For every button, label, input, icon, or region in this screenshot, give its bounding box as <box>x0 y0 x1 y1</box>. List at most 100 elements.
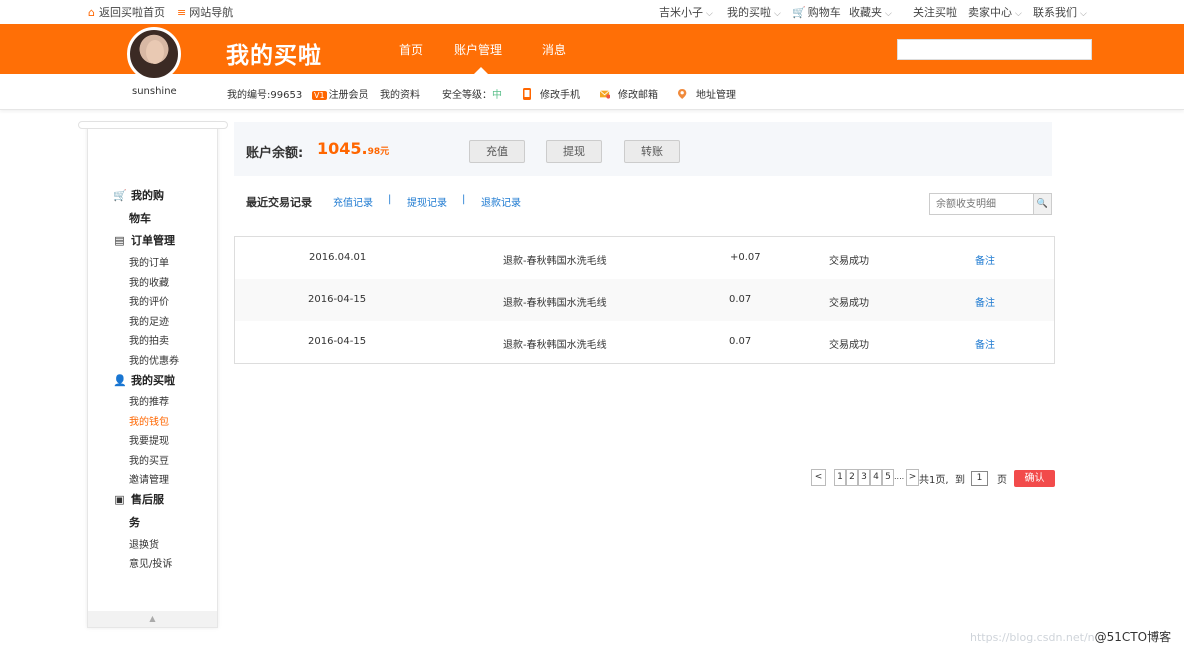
nav-home[interactable]: 首页 <box>399 41 423 58</box>
cart-link[interactable]: 🛒 购物车 <box>792 4 841 20</box>
nav-account-management[interactable]: 账户管理 <box>454 41 502 74</box>
page-total: 共1页, <box>919 475 949 486</box>
sidebar-item-wallet[interactable]: 我的钱包 <box>129 413 169 428</box>
sidebar-group-cart[interactable]: 🛒 我的购 <box>113 187 164 203</box>
goto-label: 到 <box>955 475 965 486</box>
username: sunshine <box>132 86 177 97</box>
sidebar: ▲ 🛒 我的购 物车 ▤ 订单管理 我的订单 我的收藏 我的评价 我的足迹 我的拍卖… <box>78 121 228 628</box>
sidebar-item-my-orders[interactable]: 我的订单 <box>129 254 169 269</box>
home-link[interactable]: ⌂ 返回买啦首页 <box>88 4 165 20</box>
avatar[interactable] <box>127 27 181 81</box>
user-menu[interactable]: 吉米小子 ⌵ <box>659 4 713 20</box>
nav-messages[interactable]: 消息 <box>542 41 566 58</box>
change-phone-link[interactable]: 修改手机 <box>522 86 580 101</box>
transactions-table: 2016.04.01 退款-春秋韩国水洗毛线 +0.07 交易成功 备注 201… <box>234 236 1055 364</box>
sidebar-item-coupons[interactable]: 我的优惠券 <box>129 352 179 367</box>
user-icon: 👤 <box>113 374 127 387</box>
sidebar-item-footprints[interactable]: 我的足迹 <box>129 313 169 328</box>
tab-refund-records[interactable]: 退款记录 <box>481 194 521 209</box>
row-note-link[interactable]: 备注 <box>975 252 995 267</box>
row-note-link[interactable]: 备注 <box>975 294 995 309</box>
location-pin-icon <box>678 89 687 99</box>
favorites-menu[interactable]: 收藏夹 ⌵ <box>849 4 892 20</box>
row-date: 2016-04-15 <box>308 336 367 347</box>
home-icon: ⌂ <box>88 6 95 19</box>
row-status: 交易成功 <box>829 340 869 351</box>
row-date: 2016-04-15 <box>308 294 367 305</box>
chevron-down-icon: ⌵ <box>1080 9 1087 19</box>
chevron-down-icon: ⌵ <box>706 9 713 19</box>
sidebar-item-complaints[interactable]: 意见/投诉 <box>129 555 172 570</box>
balance-amount: 1045.98元 <box>317 139 390 158</box>
vip-badge: V1 <box>312 91 327 100</box>
next-page-button[interactable]: > <box>906 469 919 486</box>
site-nav-link[interactable]: ≡ 网站导航 <box>177 4 233 20</box>
page-2-button[interactable]: 2 <box>846 469 858 486</box>
records-search: 🔍 <box>929 193 1052 215</box>
sidebar-item-returns[interactable]: 退换货 <box>129 536 159 551</box>
chevron-down-icon: ⌵ <box>1015 9 1022 19</box>
sidebar-group-orders[interactable]: ▤ 订单管理 <box>113 232 175 248</box>
contact-menu[interactable]: 联系我们 ⌵ <box>1033 4 1087 20</box>
sidebar-group-my-mall[interactable]: 👤 我的买啦 <box>113 372 175 388</box>
phone-icon <box>523 88 531 100</box>
sidebar-group-cart-line2: 物车 <box>129 212 151 225</box>
profile-link[interactable]: 我的资料 <box>380 86 420 101</box>
document-icon: ▤ <box>114 234 125 247</box>
register-member-link[interactable]: V1 注册会员 <box>312 86 369 101</box>
recent-transactions-title: 最近交易记录 <box>246 196 312 209</box>
seller-center-menu[interactable]: 卖家中心 ⌵ <box>968 4 1022 20</box>
row-description: 退款-春秋韩国水洗毛线 <box>503 256 607 267</box>
sidebar-item-recommendations[interactable]: 我的推荐 <box>129 393 169 408</box>
change-email-link[interactable]: 修改邮箱 <box>600 86 658 101</box>
brand-title[interactable]: 我的买啦 <box>226 36 322 70</box>
page-3-button[interactable]: 3 <box>858 469 870 486</box>
tab-separator: | <box>462 194 466 205</box>
page-5-button[interactable]: 5 <box>882 469 894 486</box>
sidebar-group-after-sales-line2: 务 <box>129 516 140 529</box>
table-row: 2016-04-15 退款-春秋韩国水洗毛线 0.07 交易成功 备注 <box>235 321 1054 363</box>
row-date: 2016.04.01 <box>309 252 367 263</box>
transfer-button[interactable]: 转账 <box>624 140 680 163</box>
tab-withdraw-records[interactable]: 提现记录 <box>407 194 447 209</box>
address-management-link[interactable]: 地址管理 <box>678 86 736 101</box>
sidebar-collapse-button[interactable]: ▲ <box>88 611 217 627</box>
tab-separator: | <box>388 194 392 205</box>
my-mall-menu[interactable]: 我的买啦 ⌵ <box>727 4 781 20</box>
row-note-link[interactable]: 备注 <box>975 336 995 351</box>
row-description: 退款-春秋韩国水洗毛线 <box>503 340 607 351</box>
tab-recharge-records[interactable]: 充值记录 <box>333 194 373 209</box>
page-4-button[interactable]: 4 <box>870 469 882 486</box>
sidebar-item-favorites[interactable]: 我的收藏 <box>129 274 169 289</box>
sidebar-item-invitations[interactable]: 邀请管理 <box>129 471 169 486</box>
sidebar-item-auctions[interactable]: 我的拍卖 <box>129 332 169 347</box>
header-search-input[interactable] <box>897 39 1092 60</box>
security-level: 安全等级：中 <box>442 90 502 101</box>
sidebar-item-withdraw[interactable]: 我要提现 <box>129 432 169 447</box>
records-search-input[interactable] <box>930 194 1034 214</box>
watermark: https://blog.csdn.net/n@51CTO博客 <box>970 630 1172 644</box>
balance-panel: 账户余额: 1045.98元 充值 提现 转账 <box>234 122 1052 176</box>
row-status: 交易成功 <box>829 298 869 309</box>
cart-icon: 🛒 <box>792 6 806 19</box>
prev-page-button[interactable]: < <box>811 469 826 486</box>
cart-icon: 🛒 <box>113 189 127 202</box>
id-card-icon: ▣ <box>114 493 125 506</box>
table-row: 2016-04-15 退款-春秋韩国水洗毛线 0.07 交易成功 备注 <box>235 279 1054 321</box>
withdraw-button[interactable]: 提现 <box>546 140 602 163</box>
chevron-down-icon: ⌵ <box>774 9 781 19</box>
top-utility-bar: ⌂ 返回买啦首页 ≡ 网站导航 吉米小子 ⌵ 我的买啦 ⌵ 🛒 购物车 收藏夹 ⌵ 关注买啦… <box>0 0 1184 24</box>
row-description: 退款-春秋韩国水洗毛线 <box>503 298 607 309</box>
sidebar-group-after-sales[interactable]: ▣ 售后服 <box>113 491 164 507</box>
follow-link[interactable]: 关注买啦 <box>913 4 957 20</box>
page-1-button[interactable]: 1 <box>834 469 846 486</box>
page-number-input[interactable]: 1 <box>971 471 988 486</box>
confirm-button[interactable]: 确认 <box>1014 470 1055 487</box>
security-level-value: 中 <box>492 90 502 101</box>
sub-header <box>0 74 1184 110</box>
recharge-button[interactable]: 充值 <box>469 140 525 163</box>
sidebar-item-reviews[interactable]: 我的评价 <box>129 293 169 308</box>
search-icon[interactable]: 🔍 <box>1033 194 1051 214</box>
balance-label: 账户余额: <box>246 146 304 161</box>
sidebar-item-beans[interactable]: 我的买豆 <box>129 452 169 467</box>
